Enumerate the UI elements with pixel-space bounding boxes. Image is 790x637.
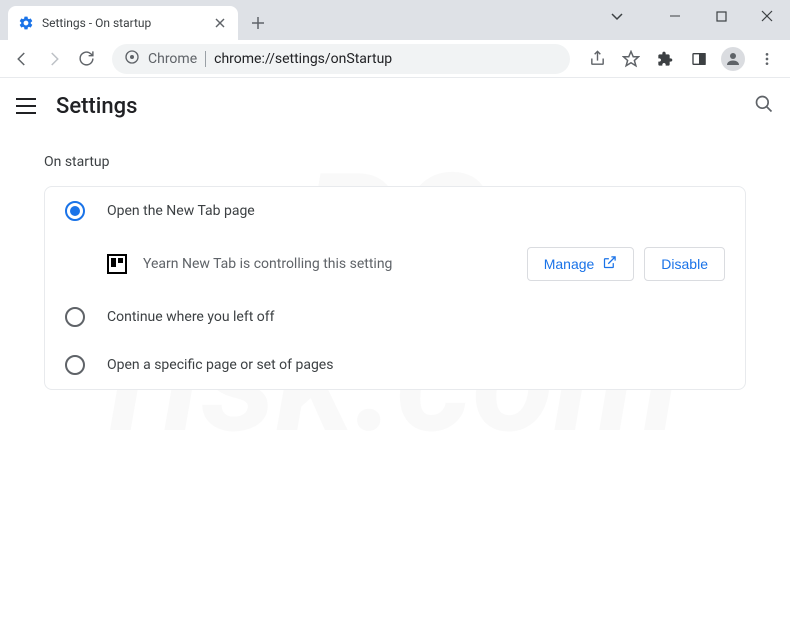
manage-label: Manage xyxy=(544,256,595,272)
settings-header: Settings xyxy=(0,78,790,134)
chevron-down-icon[interactable] xyxy=(594,0,640,32)
maximize-button[interactable] xyxy=(698,0,744,32)
window-controls xyxy=(594,0,790,32)
bookmark-icon[interactable] xyxy=(616,44,646,74)
extension-actions: Manage Disable xyxy=(527,247,725,281)
browser-tab[interactable]: Settings - On startup xyxy=(8,6,238,40)
tab-title: Settings - On startup xyxy=(42,16,204,30)
radio-unchecked-icon[interactable] xyxy=(65,307,85,327)
url-prefix: Chrome xyxy=(148,51,197,67)
startup-card: Open the New Tab page Yearn New Tab is c… xyxy=(44,186,746,390)
section-title: On startup xyxy=(44,154,746,170)
menu-button[interactable] xyxy=(752,44,782,74)
site-info-icon[interactable] xyxy=(124,49,140,69)
close-tab-button[interactable] xyxy=(212,15,228,31)
url-text: chrome://settings/onStartup xyxy=(214,51,558,67)
disable-label: Disable xyxy=(661,256,708,272)
new-tab-button[interactable] xyxy=(244,9,272,37)
back-button[interactable] xyxy=(8,45,36,73)
avatar-icon xyxy=(721,47,745,71)
menu-icon[interactable] xyxy=(16,98,36,114)
option-specific[interactable]: Open a specific page or set of pages xyxy=(45,341,745,389)
manage-button[interactable]: Manage xyxy=(527,247,635,281)
side-panel-icon[interactable] xyxy=(684,44,714,74)
open-external-icon xyxy=(602,255,617,273)
minimize-button[interactable] xyxy=(652,0,698,32)
url-divider xyxy=(205,51,206,67)
share-icon[interactable] xyxy=(582,44,612,74)
search-button[interactable] xyxy=(754,94,774,118)
page-title: Settings xyxy=(56,94,137,119)
forward-button[interactable] xyxy=(40,45,68,73)
address-bar[interactable]: Chrome chrome://settings/onStartup xyxy=(112,44,570,74)
option-continue[interactable]: Continue where you left off xyxy=(45,293,745,341)
gear-icon xyxy=(18,15,34,31)
radio-label: Open the New Tab page xyxy=(107,203,255,219)
extension-notice: Yearn New Tab is controlling this settin… xyxy=(45,235,745,293)
browser-toolbar: Chrome chrome://settings/onStartup xyxy=(0,40,790,78)
radio-label: Continue where you left off xyxy=(107,309,275,325)
reload-button[interactable] xyxy=(72,45,100,73)
extension-app-icon xyxy=(107,254,127,274)
disable-button[interactable]: Disable xyxy=(644,247,725,281)
profile-button[interactable] xyxy=(718,44,748,74)
radio-unchecked-icon[interactable] xyxy=(65,355,85,375)
extensions-icon[interactable] xyxy=(650,44,680,74)
radio-checked-icon[interactable] xyxy=(65,201,85,221)
settings-content: On startup Open the New Tab page Yearn N… xyxy=(0,134,790,410)
radio-label: Open a specific page or set of pages xyxy=(107,357,333,373)
extension-message: Yearn New Tab is controlling this settin… xyxy=(143,256,511,272)
window-titlebar: Settings - On startup xyxy=(0,0,790,40)
option-new-tab[interactable]: Open the New Tab page xyxy=(45,187,745,235)
close-window-button[interactable] xyxy=(744,0,790,32)
